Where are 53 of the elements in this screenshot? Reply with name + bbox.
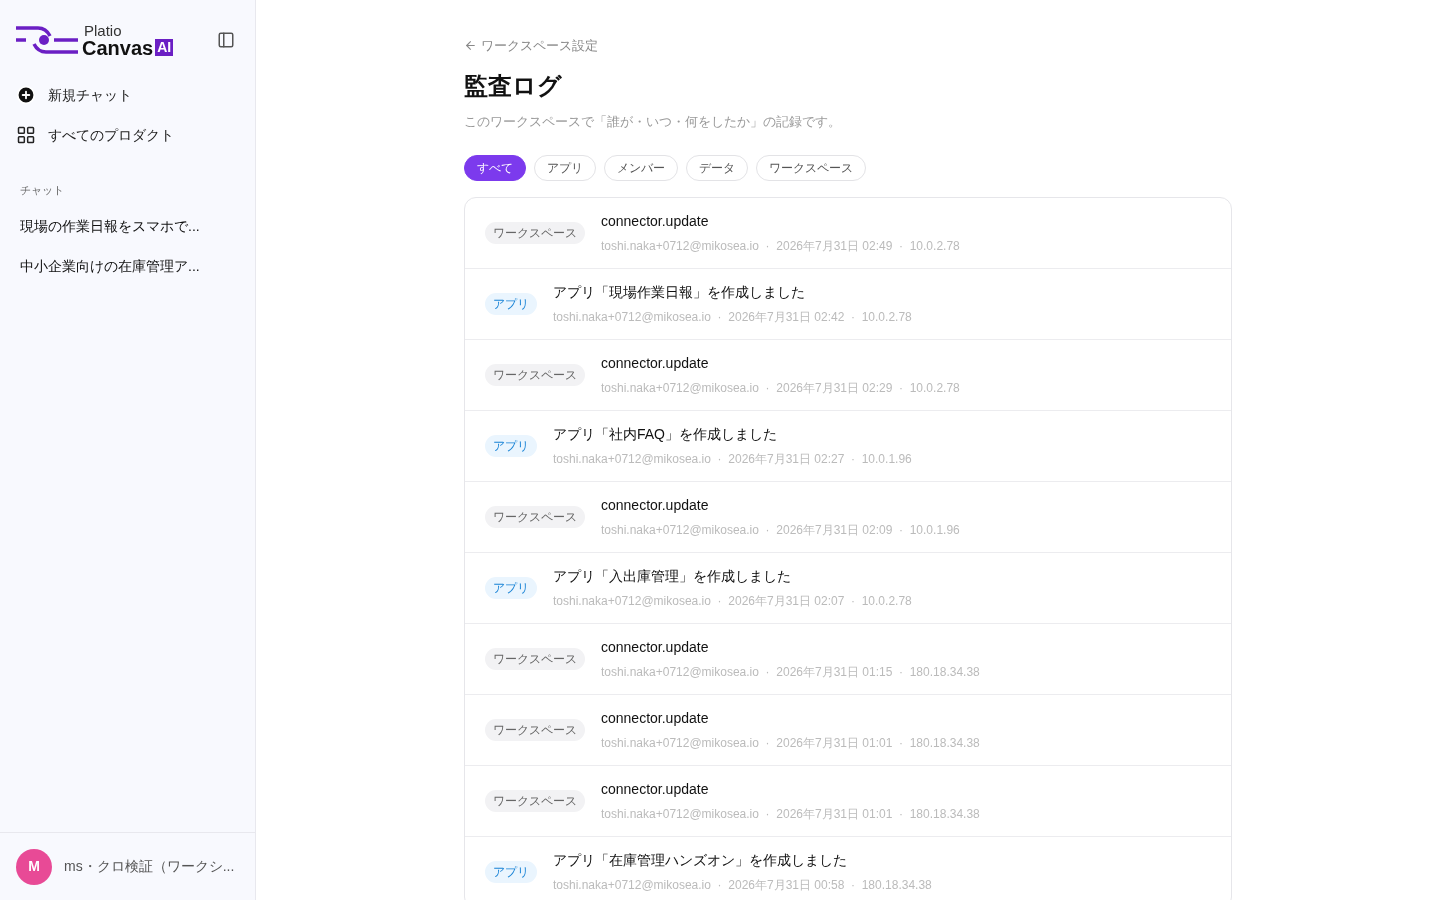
category-tag: ワークスペース <box>485 719 585 741</box>
avatar[interactable]: M <box>16 848 52 885</box>
section-label: チャット <box>19 183 65 198</box>
logo-badge: AI <box>155 39 174 56</box>
back-link[interactable]: ワークスペース設定 <box>464 36 598 56</box>
log-meta: toshi.naka+0712@mikosea.io · 2026年7月31日 02:09 · 10.0.1.96 <box>601 522 960 539</box>
log-meta: toshi.naka+0712@mikosea.io · 2026年7月31日 01:15 · 180.18.34.38 <box>601 664 980 681</box>
category-tag: アプリ <box>485 293 537 315</box>
category-tag: アプリ <box>485 435 537 457</box>
filter-chip[interactable]: アプリ <box>534 155 596 181</box>
log-action: connector.update <box>601 638 710 657</box>
log-action: connector.update <box>601 212 710 231</box>
logo-text: Canvas <box>82 37 154 58</box>
category-tag: アプリ <box>485 577 537 599</box>
logo-icon <box>16 24 78 56</box>
category-tag: ワークスペース <box>485 222 585 244</box>
log-action: connector.update <box>601 354 710 373</box>
log-meta: toshi.naka+0712@mikosea.io · 2026年7月31日 01:01 · 180.18.34.38 <box>601 735 980 752</box>
arrow-left-icon <box>464 39 477 53</box>
filter-chip[interactable]: データ <box>686 155 748 181</box>
category-tag: ワークスペース <box>485 506 585 528</box>
user-name: ms・クロ検証（ワークシ... <box>64 857 235 876</box>
page-subtitle: このワークスペースで「誰が・いつ・何をしたか」の記録です。 <box>464 112 842 131</box>
filter-chip[interactable]: メンバー <box>604 155 678 181</box>
log-action: アプリ「在庫管理ハンズオン」を作成しました <box>553 851 848 870</box>
log-action: アプリ「社内FAQ」を作成しました <box>553 425 778 444</box>
filter-chip[interactable]: すべて <box>464 155 526 181</box>
log-meta: toshi.naka+0712@mikosea.io · 2026年7月31日 02:27 · 10.0.1.96 <box>553 451 912 468</box>
logo-text: Platio <box>84 22 123 38</box>
log-meta: toshi.naka+0712@mikosea.io · 2026年7月31日 02:07 · 10.0.2.78 <box>553 593 912 610</box>
category-tag: アプリ <box>485 861 537 883</box>
category-tag: ワークスペース <box>485 790 585 812</box>
filter-chip[interactable]: ワークスペース <box>756 155 866 181</box>
log-meta: toshi.naka+0712@mikosea.io · 2026年7月31日 02:42 · 10.0.2.78 <box>553 309 912 326</box>
category-tag: ワークスペース <box>485 364 585 386</box>
log-action: アプリ「現場作業日報」を作成しました <box>553 283 806 302</box>
log-meta: toshi.naka+0712@mikosea.io · 2026年7月31日 01:01 · 180.18.34.38 <box>601 806 980 823</box>
log-action: connector.update <box>601 496 710 515</box>
grid-icon <box>16 125 36 145</box>
nav-item[interactable]: すべてのプロダクト <box>16 116 239 154</box>
plus-circle-icon <box>16 85 36 105</box>
page-title: 監査ログ <box>464 70 563 101</box>
category-tag: ワークスペース <box>485 648 585 670</box>
log-action: アプリ「入出庫管理」を作成しました <box>553 567 792 586</box>
nav-item[interactable]: 新規チャット <box>16 76 239 114</box>
chat-item[interactable]: 現場の作業日報をスマホで... <box>20 206 235 247</box>
sidebar-toggle-icon[interactable] <box>217 31 235 49</box>
log-action: connector.update <box>601 780 710 799</box>
log-action: connector.update <box>601 709 710 728</box>
chat-item[interactable]: 中小企業向けの在庫管理ア... <box>20 246 235 287</box>
log-meta: toshi.naka+0712@mikosea.io · 2026年7月31日 02:49 · 10.0.2.78 <box>601 238 960 255</box>
log-meta: toshi.naka+0712@mikosea.io · 2026年7月31日 02:29 · 10.0.2.78 <box>601 380 960 397</box>
log-meta: toshi.naka+0712@mikosea.io · 2026年7月31日 00:58 · 180.18.34.38 <box>553 877 932 894</box>
